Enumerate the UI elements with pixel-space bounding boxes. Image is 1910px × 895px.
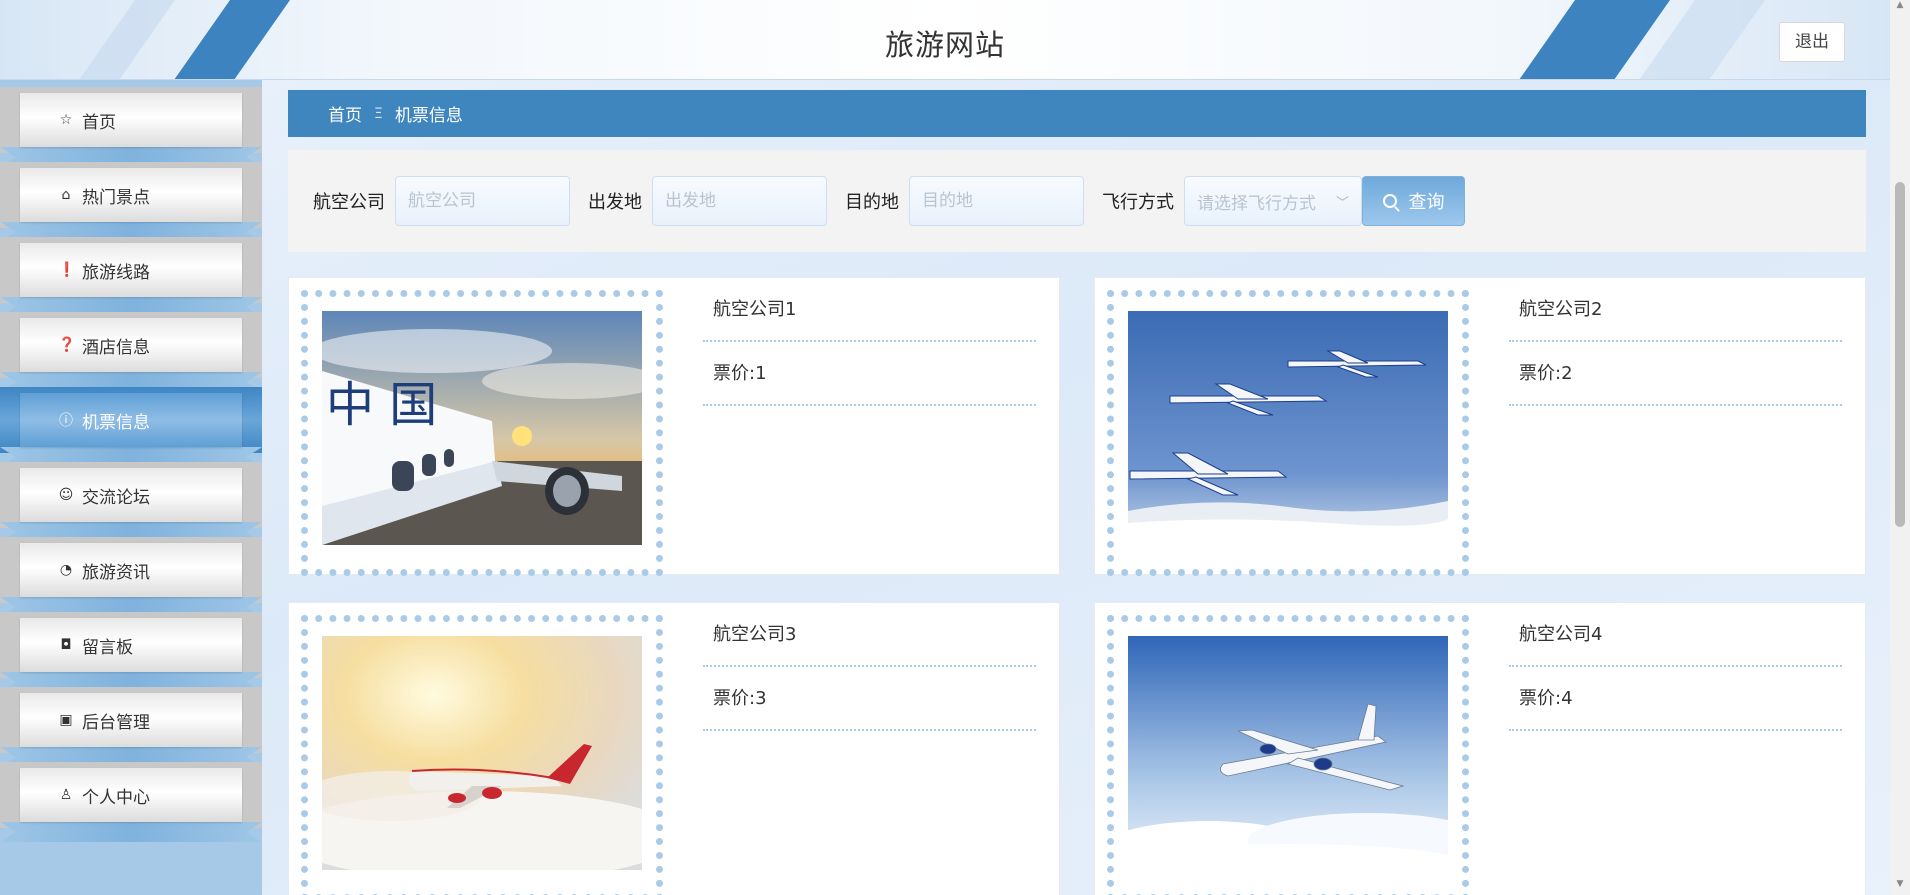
plane-over-clouds-photo[interactable]: [1128, 636, 1448, 870]
flight-mode-select[interactable]: 请选择飞行方式 ﹀: [1184, 176, 1362, 226]
ticket-price: 票价:3: [703, 679, 1036, 731]
destination-input[interactable]: [909, 176, 1084, 226]
sidebar-item-label: 交流论坛: [82, 487, 150, 508]
airline-name: 航空公司2: [1509, 290, 1842, 342]
camera-icon: ◘: [60, 637, 72, 653]
sidebar-item-label: 后台管理: [82, 712, 150, 733]
scrollbar-up-arrow[interactable]: ▲: [1890, 0, 1910, 16]
breadcrumb-separator: Ξ: [374, 105, 383, 122]
search-icon: [1382, 194, 1397, 208]
info-icon: ⓘ: [59, 413, 73, 429]
sidebar-item-profile[interactable]: ♙ 个人中心: [0, 760, 262, 842]
site-title: 旅游网站: [884, 28, 1005, 62]
scrollbar[interactable]: ▲ ▼: [1890, 0, 1910, 895]
sidebar-item-messages[interactable]: ◘ 留言板: [0, 610, 262, 692]
price-value: 4: [1561, 688, 1573, 709]
sidebar-item-label: 热门景点: [82, 187, 150, 208]
flight-info: 航空公司2 票价:2: [1509, 290, 1842, 418]
price-label: 票价:: [1519, 688, 1562, 709]
star-icon: ☆: [59, 112, 73, 128]
breadcrumb-home[interactable]: 首页: [328, 101, 362, 126]
sidebar-item-flights[interactable]: ⓘ 机票信息: [0, 385, 262, 467]
chart-icon: ◔: [59, 562, 73, 578]
flight-mode-label: 飞行方式: [1102, 192, 1174, 213]
sidebar-item-label: 机票信息: [82, 412, 150, 433]
logout-button[interactable]: 退出: [1779, 22, 1845, 62]
origin-label: 出发地: [588, 192, 642, 213]
sidebar: ☆ 首页 ⌂ 热门景点 ❗ 旅游线路 ❓ 酒店信息 ⓘ 机票信息 ☺ 交流论坛 ◔ 旅游资讯 …: [0, 80, 262, 895]
search-bar: 航空公司 出发地 目的地 飞行方式 请选择飞行方式 ﹀ 查询: [288, 150, 1866, 252]
ticket-price: 票价:4: [1509, 679, 1842, 731]
price-label: 票价:: [713, 363, 756, 384]
flight-info: 航空公司4 票价:4: [1509, 615, 1842, 743]
price-value: 1: [755, 363, 767, 384]
flight-mode-placeholder: 请选择飞行方式: [1197, 193, 1316, 214]
sidebar-item-attractions[interactable]: ⌂ 热门景点: [0, 160, 262, 242]
smile-icon: ☺: [58, 487, 74, 503]
main-content: 首页 Ξ 机票信息 航空公司 出发地 目的地 飞行方式 请选择飞行方式 ﹀ 查询: [262, 80, 1890, 895]
flight-info: 航空公司1 票价:1: [703, 290, 1036, 418]
user-icon: ♙: [59, 787, 73, 803]
flight-card[interactable]: 航空公司2 票价:2: [1094, 277, 1866, 576]
scrollbar-thumb[interactable]: [1895, 182, 1905, 527]
chevron-down-icon: ﹀: [1335, 195, 1349, 211]
sidebar-item-label: 酒店信息: [82, 337, 150, 358]
query-button-label: 查询: [1408, 192, 1445, 213]
sidebar-item-hotels[interactable]: ❓ 酒店信息: [0, 310, 262, 392]
sidebar-item-news[interactable]: ◔ 旅游资讯: [0, 535, 262, 617]
ticket-price: 票价:1: [703, 354, 1036, 406]
header: 旅游网站 退出: [0, 0, 1890, 80]
warning-icon: ❗: [58, 262, 76, 278]
flight-card[interactable]: 航空公司4 票价:4: [1094, 602, 1866, 895]
sidebar-item-admin[interactable]: ▣ 后台管理: [0, 685, 262, 767]
price-value: 3: [755, 688, 767, 709]
airline-name: 航空公司3: [703, 615, 1036, 667]
china-southern-plane-photo[interactable]: 中 国: [322, 311, 642, 545]
sidebar-item-routes[interactable]: ❗ 旅游线路: [0, 235, 262, 317]
airline-input[interactable]: [395, 176, 570, 226]
sidebar-item-label: 首页: [82, 112, 116, 133]
flight-card[interactable]: 航空公司3 票价:3: [288, 602, 1060, 895]
sidebar-item-label: 留言板: [82, 637, 133, 658]
flight-info: 航空公司3 票价:3: [703, 615, 1036, 743]
question-icon: ❓: [58, 337, 76, 353]
sunset-plane-photo[interactable]: [322, 636, 642, 870]
bag-icon: ⌂: [61, 187, 71, 203]
breadcrumb: 首页 Ξ 机票信息: [288, 90, 1866, 137]
destination-label: 目的地: [845, 192, 899, 213]
flight-card[interactable]: 中 国 航空公司1 票价:1: [288, 277, 1060, 576]
ticket-price: 票价:2: [1509, 354, 1842, 406]
sidebar-item-label: 个人中心: [82, 787, 150, 808]
price-value: 2: [1561, 363, 1573, 384]
svg-text:中 国: 中 国: [326, 377, 437, 433]
airline-label: 航空公司: [313, 192, 385, 213]
sidebar-item-forum[interactable]: ☺ 交流论坛: [0, 460, 262, 542]
query-button[interactable]: 查询: [1362, 176, 1465, 226]
three-jets-photo[interactable]: [1128, 311, 1448, 545]
airline-name: 航空公司1: [703, 290, 1036, 342]
sidebar-item-label: 旅游线路: [82, 262, 150, 283]
price-label: 票价:: [1519, 363, 1562, 384]
scrollbar-down-arrow[interactable]: ▼: [1890, 879, 1910, 895]
box-icon: ▣: [59, 712, 73, 728]
breadcrumb-current: 机票信息: [394, 106, 463, 126]
origin-input[interactable]: [652, 176, 827, 226]
airline-name: 航空公司4: [1509, 615, 1842, 667]
price-label: 票价:: [713, 688, 756, 709]
sidebar-item-label: 旅游资讯: [82, 562, 150, 583]
sidebar-item-home[interactable]: ☆ 首页: [0, 85, 262, 167]
